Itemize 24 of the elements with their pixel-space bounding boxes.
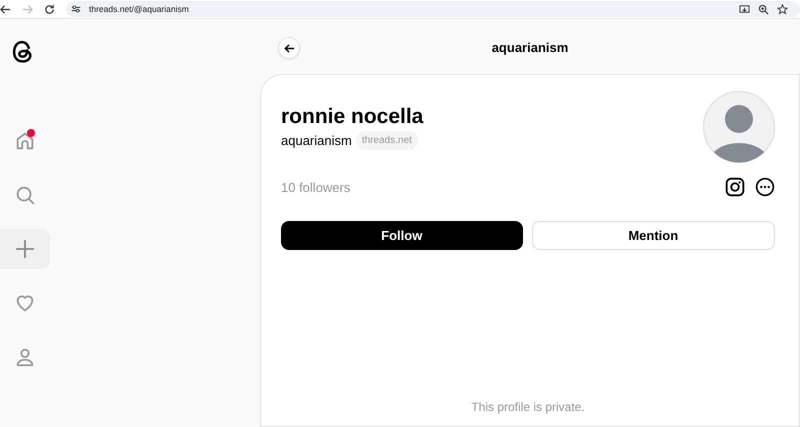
home-icon [14, 130, 36, 152]
page-title: aquarianism [492, 40, 568, 55]
back-arrow-icon [284, 42, 294, 54]
more-options-icon[interactable] [755, 177, 775, 197]
site-settings-icon[interactable] [71, 4, 81, 14]
back-icon[interactable] [0, 4, 11, 14]
url-text: threads.net/@aquarianism [89, 4, 189, 14]
notification-dot [27, 129, 35, 137]
private-profile-notice: This profile is private. [471, 400, 585, 414]
profile-name: ronnie nocella [281, 105, 424, 129]
bookmark-star-icon[interactable] [777, 4, 788, 14]
instagram-icon[interactable] [725, 177, 745, 197]
person-icon [14, 346, 36, 368]
mention-button[interactable]: Mention [532, 221, 775, 250]
reload-icon[interactable] [44, 4, 55, 14]
follow-button[interactable]: Follow [281, 221, 522, 250]
install-icon[interactable] [739, 4, 750, 14]
search-icon [14, 184, 36, 206]
back-button[interactable] [278, 37, 300, 59]
avatar-placeholder-icon [703, 91, 775, 163]
plus-icon [14, 238, 36, 260]
zoom-icon[interactable] [758, 4, 769, 14]
username: aquarianism [281, 133, 352, 148]
address-bar[interactable]: threads.net/@aquarianism [66, 1, 800, 17]
